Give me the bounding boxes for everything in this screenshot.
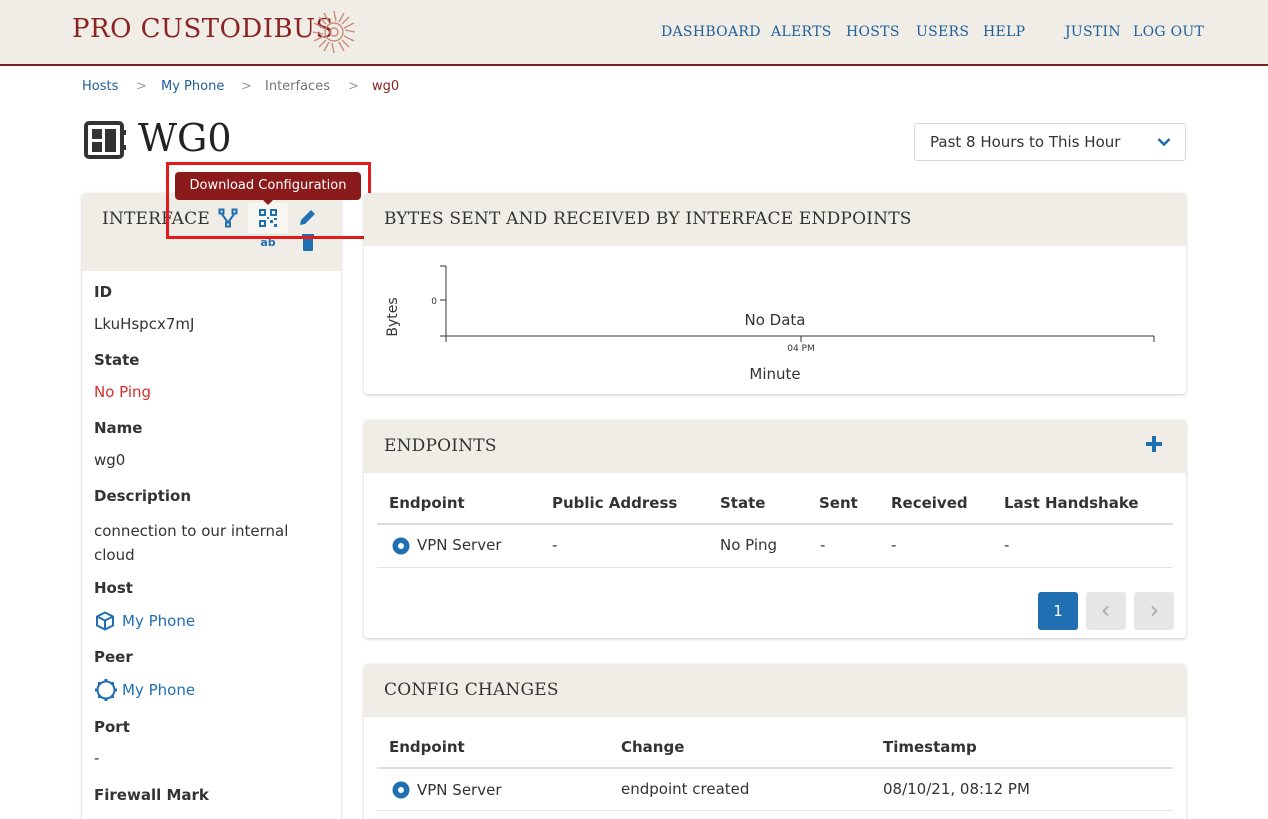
breadcrumb-current: wg0: [372, 79, 400, 94]
endpoints-header: ENDPOINTS: [364, 420, 1186, 473]
next-page-button[interactable]: [1134, 592, 1174, 630]
pencil-edit-icon[interactable]: [298, 207, 318, 227]
row-divider: [377, 567, 1173, 568]
breadcrumb-host[interactable]: My Phone: [161, 79, 224, 94]
sunburst-logo-icon[interactable]: [310, 9, 358, 55]
config-changes-panel: CONFIG CHANGES Endpoint Change Timestamp…: [364, 664, 1186, 819]
bytes-chart-title: BYTES SENT AND RECEIVED BY INTERFACE END…: [384, 209, 912, 229]
endpoint-link[interactable]: VPN Server: [417, 781, 502, 799]
config-changes-title: CONFIG CHANGES: [384, 680, 559, 700]
cell-received: -: [891, 536, 897, 554]
nav-dashboard[interactable]: DASHBOARD: [661, 24, 761, 40]
field-value-port: -: [94, 749, 100, 767]
breadcrumb-separator: >: [241, 79, 252, 94]
field-value-name: wg0: [94, 451, 126, 469]
nav-logout[interactable]: LOG OUT: [1133, 24, 1204, 40]
cell-state: No Ping: [720, 536, 778, 554]
field-label-peer: Peer: [94, 648, 133, 666]
svg-text:ab: ab: [260, 236, 275, 248]
endpoints-title: ENDPOINTS: [384, 436, 497, 456]
bytes-chart-panel: BYTES SENT AND RECEIVED BY INTERFACE END…: [364, 193, 1186, 394]
host-link[interactable]: My Phone: [122, 612, 195, 630]
col-header-public-address[interactable]: Public Address: [552, 494, 677, 512]
x-axis-label: Minute: [749, 365, 800, 383]
peer-link[interactable]: My Phone: [122, 681, 195, 699]
field-label-state: State: [94, 351, 140, 369]
time-range-value: Past 8 Hours to This Hour: [930, 133, 1121, 151]
prev-page-button[interactable]: [1086, 592, 1126, 630]
breadcrumb-separator: >: [136, 79, 147, 94]
bytes-chart-header: BYTES SENT AND RECEIVED BY INTERFACE END…: [364, 193, 1186, 246]
field-value-id: LkuHspcx7mJ: [94, 315, 195, 333]
nav-users[interactable]: USERS: [916, 24, 969, 40]
top-bar: PRO CUSTODIBUS DASHBOARD ALERTS HOSTS US…: [0, 0, 1268, 66]
interface-panel: INTERFACE ab ID LkuHspcx7mJ State No Pin…: [82, 193, 341, 819]
table-header-divider: [377, 523, 1173, 525]
nav-hosts[interactable]: HOSTS: [846, 24, 900, 40]
endpoint-dot-icon: [392, 537, 410, 555]
time-range-select[interactable]: Past 8 Hours to This Hour: [914, 123, 1186, 161]
field-value-state: No Ping: [94, 383, 152, 401]
interface-panel-header: INTERFACE: [82, 193, 341, 271]
col-header-state[interactable]: State: [720, 494, 765, 512]
field-label-name: Name: [94, 419, 143, 437]
download-configuration-tooltip: Download Configuration: [175, 172, 361, 200]
box-icon: [96, 611, 114, 631]
nav-help[interactable]: HELP: [983, 24, 1025, 40]
field-label-port: Port: [94, 718, 130, 736]
field-label-firewall-mark: Firewall Mark: [94, 786, 209, 804]
col-header-received[interactable]: Received: [891, 494, 968, 512]
y-tick-label: 0: [431, 297, 437, 307]
breadcrumb-hosts[interactable]: Hosts: [82, 79, 118, 94]
col-header-endpoint[interactable]: Endpoint: [389, 494, 465, 512]
page-1-button[interactable]: 1: [1038, 592, 1078, 630]
cell-timestamp: 08/10/21, 08:12 PM: [883, 780, 1030, 798]
cell-change: endpoint created: [621, 780, 750, 798]
y-axis-label: Bytes: [385, 297, 401, 336]
field-label-host: Host: [94, 579, 133, 597]
bytes-chart: 0 04 PM No Data Minute Bytes: [385, 265, 1155, 383]
interface-panel-title: INTERFACE: [102, 209, 210, 229]
field-label-description: Description: [94, 487, 192, 505]
brand-name[interactable]: PRO CUSTODIBUS: [72, 14, 334, 44]
chevron-left-icon: [1102, 605, 1109, 617]
table-header-divider: [377, 767, 1173, 769]
breadcrumb-interfaces[interactable]: Interfaces: [265, 79, 330, 94]
chevron-down-icon: [1157, 138, 1171, 147]
topology-icon[interactable]: [218, 208, 238, 228]
cell-sent: -: [820, 536, 826, 554]
add-endpoint-icon[interactable]: [1145, 435, 1163, 453]
no-data-label: No Data: [745, 311, 806, 329]
interface-card-icon: [84, 121, 126, 159]
nav-alerts[interactable]: ALERTS: [771, 24, 832, 40]
col-header-endpoint[interactable]: Endpoint: [389, 738, 465, 756]
breadcrumb-separator: >: [348, 79, 359, 94]
field-label-id: ID: [94, 283, 113, 301]
endpoints-panel: ENDPOINTS Endpoint Public Address State …: [364, 420, 1186, 638]
cell-last-handshake: -: [1004, 536, 1010, 554]
config-changes-header: CONFIG CHANGES: [364, 664, 1186, 717]
col-header-timestamp[interactable]: Timestamp: [883, 738, 977, 756]
qr-code-icon[interactable]: [259, 209, 277, 227]
x-tick-label: 04 PM: [787, 344, 815, 354]
nav-user[interactable]: JUSTIN: [1065, 24, 1121, 40]
page-title: WG0: [138, 116, 232, 160]
endpoint-dot-icon: [392, 781, 410, 799]
text-format-icon[interactable]: ab: [259, 236, 277, 248]
chevron-right-icon: [1151, 605, 1158, 617]
col-header-change[interactable]: Change: [621, 738, 684, 756]
tooltip-arrow: [262, 199, 274, 205]
field-value-description: connection to our internal cloud: [94, 522, 289, 564]
row-divider: [377, 810, 1173, 811]
cell-public-address: -: [552, 536, 558, 554]
col-header-sent[interactable]: Sent: [819, 494, 858, 512]
endpoint-link[interactable]: VPN Server: [417, 536, 502, 554]
trash-icon[interactable]: [301, 233, 315, 251]
col-header-last-handshake[interactable]: Last Handshake: [1004, 494, 1139, 512]
peer-gear-icon: [95, 679, 117, 701]
